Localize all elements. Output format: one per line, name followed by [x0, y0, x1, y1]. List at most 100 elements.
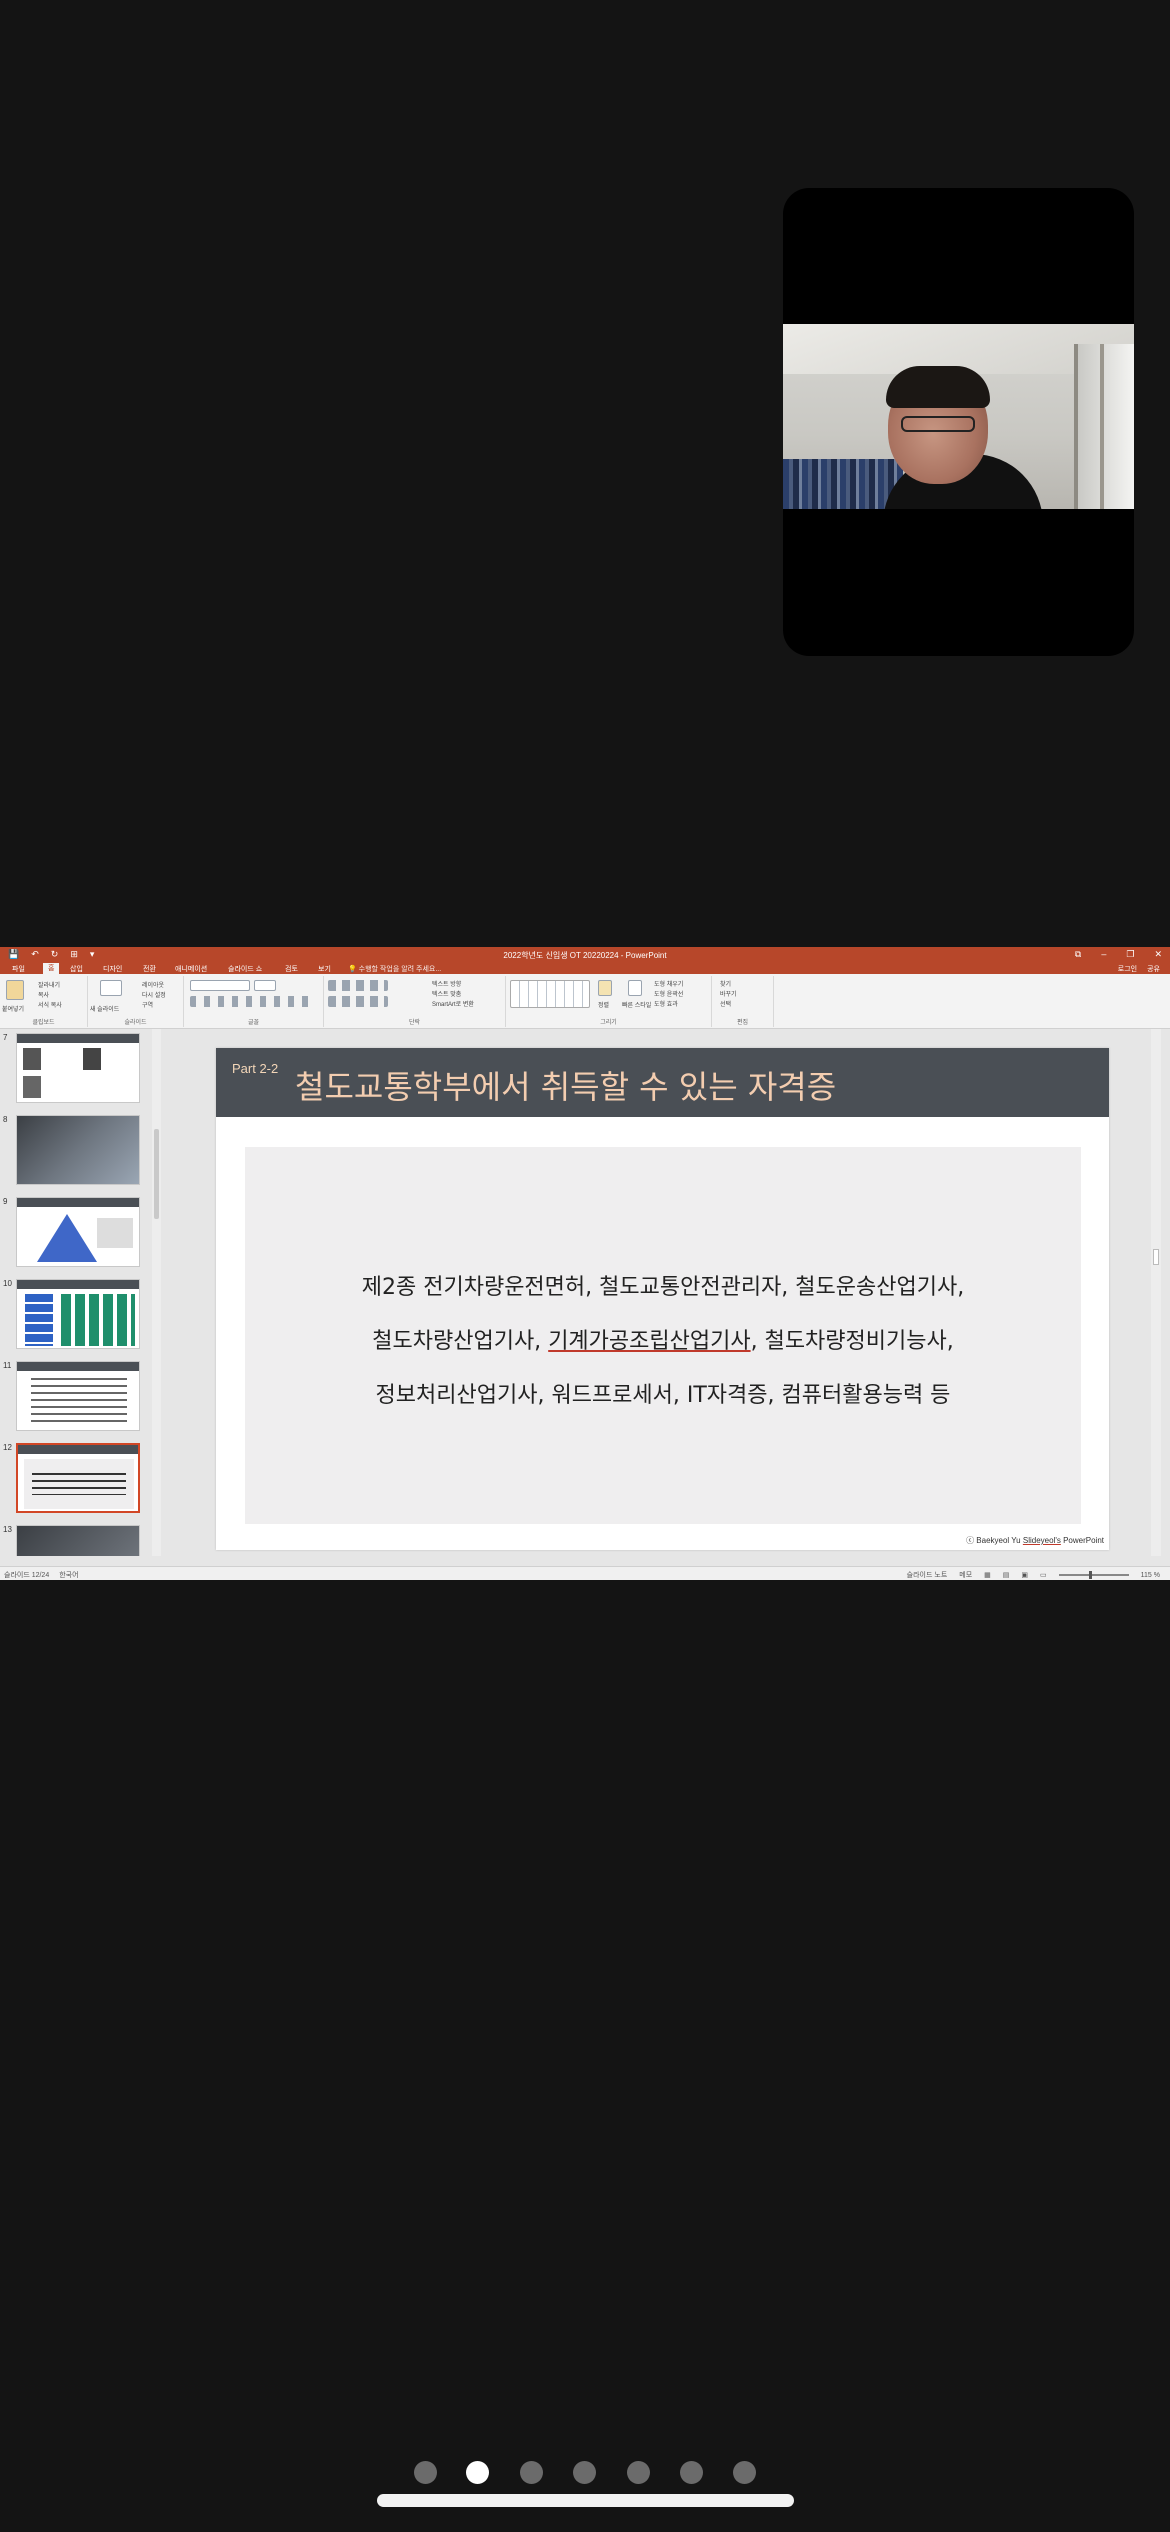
page-dot[interactable]	[680, 2461, 703, 2484]
arrange-icon[interactable]	[598, 980, 612, 996]
format-painter-button[interactable]: 서식 복사	[38, 1000, 62, 1009]
slide-thumbnail[interactable]	[16, 1197, 140, 1267]
zoom-slider[interactable]	[1058, 1571, 1129, 1579]
participant-video	[783, 324, 1134, 509]
paste-icon[interactable]	[6, 980, 24, 1000]
normal-view-icon[interactable]: ▦	[984, 1571, 991, 1579]
thumb-number: 8	[3, 1115, 8, 1124]
sorter-view-icon[interactable]: ▤	[1003, 1571, 1010, 1579]
thumb-photo	[23, 1076, 41, 1098]
tell-me-search[interactable]: 💡 수행할 작업을 알려 주세요...	[348, 964, 441, 974]
tab-home[interactable]: 홈	[43, 963, 60, 974]
quick-styles-icon[interactable]	[628, 980, 642, 996]
slide-scrollbar[interactable]	[1151, 1029, 1161, 1556]
thumb-number: 13	[3, 1525, 12, 1534]
text-direction-button[interactable]: 텍스트 방향	[432, 979, 461, 988]
page-dot[interactable]	[573, 2461, 596, 2484]
reading-view-icon[interactable]: ▣	[1021, 1571, 1028, 1579]
thumb-pyramid	[37, 1214, 97, 1262]
align-text-button[interactable]: 텍스트 맞춤	[432, 989, 461, 998]
slide-thumbnail[interactable]	[16, 1279, 140, 1349]
page-dot[interactable]	[414, 2461, 437, 2484]
current-slide[interactable]: Part 2-2 철도교통학부에서 취득할 수 있는 자격증 제2종 전기차량운…	[216, 1048, 1109, 1550]
tell-me-placeholder: 수행할 작업을 알려 주세요...	[358, 966, 442, 973]
tab-animations[interactable]: 애니메이션	[175, 964, 207, 974]
footer-copyright: ⓒ Baekyeol Yu	[966, 1536, 1023, 1545]
page-indicator[interactable]	[0, 2461, 1170, 2485]
thumb-text	[32, 1473, 126, 1495]
shape-effects-button[interactable]: 도형 효과	[654, 999, 678, 1008]
copy-button[interactable]: 복사	[38, 990, 49, 999]
slide-thumbnail[interactable]	[16, 1115, 140, 1185]
ribbon-display-icon[interactable]: ⧉	[1075, 949, 1081, 960]
find-button[interactable]: 찾기	[720, 979, 731, 988]
tab-design[interactable]: 디자인	[103, 964, 122, 974]
section-button[interactable]: 구역	[142, 1000, 153, 1009]
close-icon[interactable]: ✕	[1154, 949, 1162, 960]
page-dot[interactable]	[520, 2461, 543, 2484]
window-title: 2022학년도 신입생 OT 20220224 - PowerPoint	[503, 951, 667, 960]
arrange-label[interactable]: 정렬	[598, 1000, 609, 1009]
slide-thumbnail[interactable]	[16, 1361, 140, 1431]
thumb-header	[17, 1362, 139, 1371]
comments-button[interactable]: 메모	[959, 1570, 972, 1580]
shape-outline-button[interactable]: 도형 윤곽선	[654, 989, 683, 998]
participant-video-tile[interactable]	[783, 188, 1134, 656]
tab-transitions[interactable]: 전환	[143, 964, 156, 974]
layout-button[interactable]: 레이아웃	[142, 980, 164, 989]
shape-fill-button[interactable]: 도형 채우기	[654, 979, 683, 988]
slide-thumbnail[interactable]	[16, 1525, 140, 1556]
tab-view[interactable]: 보기	[318, 964, 331, 974]
restore-icon[interactable]: ❐	[1126, 949, 1134, 960]
group-label-slides: 슬라이드	[124, 1020, 147, 1026]
font-size-input[interactable]	[254, 980, 276, 991]
slide-thumbnail-selected[interactable]	[16, 1443, 140, 1513]
smartart-button[interactable]: SmartArt로 변환	[432, 999, 474, 1008]
thumb-header	[17, 1034, 139, 1043]
paste-label[interactable]: 붙여넣기	[2, 1004, 24, 1013]
zoom-thumb[interactable]	[1088, 1571, 1092, 1579]
slide-text-line: 정보처리산업기사, 워드프로세서, IT자격증, 컴퓨터활용능력 등	[375, 1383, 951, 1408]
slideshow-view-icon[interactable]: ▭	[1040, 1571, 1047, 1579]
cut-button[interactable]: 잘라내기	[38, 980, 60, 989]
thumb-number: 9	[3, 1197, 8, 1206]
thumbnails-scrollbar[interactable]	[152, 1029, 161, 1556]
slide-editor: Part 2-2 철도교통학부에서 취득할 수 있는 자격증 제2종 전기차량운…	[161, 1029, 1161, 1556]
font-name-input[interactable]	[190, 980, 250, 991]
video-person-glasses	[901, 416, 975, 432]
zoom-level[interactable]: 115 %	[1141, 1572, 1160, 1579]
group-label-clipboard: 클립보드	[32, 1020, 55, 1026]
tab-file[interactable]: 파일	[12, 964, 25, 974]
slide-thumbnail[interactable]	[16, 1033, 140, 1103]
minimize-icon[interactable]: –	[1101, 949, 1106, 960]
select-button[interactable]: 선택	[720, 999, 731, 1008]
list-buttons[interactable]	[328, 980, 388, 991]
page-dot[interactable]	[627, 2461, 650, 2484]
thumb-header	[18, 1445, 138, 1454]
tab-insert[interactable]: 삽입	[70, 964, 83, 974]
new-slide-icon[interactable]	[100, 980, 122, 996]
login-link[interactable]: 로그인	[1118, 964, 1137, 974]
shapes-gallery[interactable]	[510, 980, 590, 1008]
font-format-buttons[interactable]	[190, 996, 310, 1007]
reset-button[interactable]: 다시 설정	[142, 990, 166, 999]
scrollbar-handle[interactable]	[154, 1129, 159, 1219]
page-dot[interactable]	[733, 2461, 756, 2484]
screen: 💾 ↶ ↻ ⊞ ▾ 2022학년도 신입생 OT 20220224 - Powe…	[0, 0, 1170, 2532]
new-slide-label[interactable]: 새 슬라이드	[90, 1004, 119, 1013]
tab-review[interactable]: 검토	[285, 964, 298, 974]
tab-slideshow[interactable]: 슬라이드 쇼	[228, 964, 262, 974]
slide-thumbnails-pane[interactable]: 7 8 9 10 11 12 13	[0, 1029, 152, 1556]
replace-button[interactable]: 바꾸기	[720, 989, 737, 998]
quick-styles-label[interactable]: 빠른 스타일	[622, 1000, 651, 1009]
scrollbar-handle[interactable]	[1153, 1249, 1159, 1265]
language-indicator[interactable]: 한국어	[59, 1570, 78, 1580]
share-button[interactable]: 공유	[1147, 964, 1160, 974]
align-buttons[interactable]	[328, 996, 388, 1007]
group-editing: 찾기 바꾸기 선택 편집	[712, 976, 774, 1027]
slide-text-line: 철도차량산업기사, 기계가공조립산업기사, 철도차량정비기능사,	[245, 1323, 1081, 1355]
notes-button[interactable]: 슬라이드 노트	[907, 1570, 948, 1580]
home-indicator[interactable]	[377, 2494, 794, 2507]
thumb-header	[17, 1280, 139, 1289]
page-dot-active[interactable]	[466, 2461, 489, 2484]
